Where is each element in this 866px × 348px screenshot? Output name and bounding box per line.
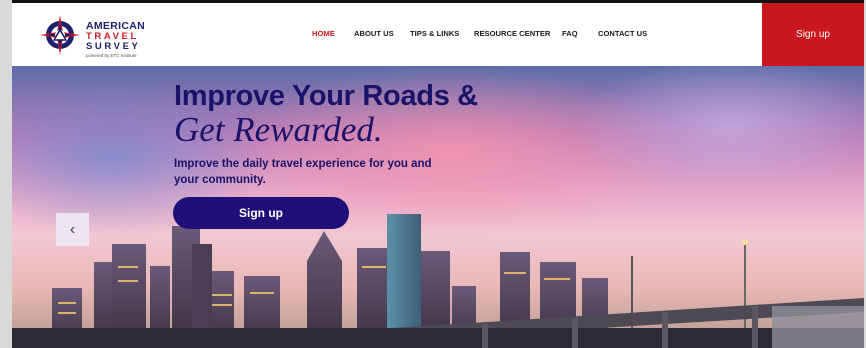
logo-tagline: powered by ETC Institute (86, 53, 137, 58)
hero-headline: Improve Your Roads & (174, 80, 478, 112)
nav-tips-links[interactable]: TIPS & LINKS (410, 29, 459, 38)
nav-resource-center[interactable]: RESOURCE CENTER (474, 29, 550, 38)
slider-prev-button[interactable]: ‹ (56, 213, 89, 246)
hero-subheading: Improve the daily travel experience for … (174, 158, 432, 186)
nav-contact-us[interactable]: CONTACT US (598, 29, 647, 38)
site-header: AMERICAN TRAVEL SURVEY powered by ETC In… (12, 3, 864, 66)
page: AMERICAN TRAVEL SURVEY powered by ETC In… (12, 0, 864, 348)
chevron-left-icon: ‹ (69, 220, 76, 238)
header-signup-button[interactable]: Sign up (762, 3, 864, 66)
hero-headline-script: Get Rewarded. (174, 110, 383, 149)
nav-about-us[interactable]: ABOUT US (354, 29, 394, 38)
site-logo[interactable]: AMERICAN TRAVEL SURVEY powered by ETC In… (38, 11, 168, 59)
nav-home[interactable]: HOME (312, 29, 335, 38)
logo-line-survey: SURVEY (86, 41, 141, 52)
compass-logo-icon (40, 15, 80, 55)
nav-faq[interactable]: FAQ (562, 29, 578, 38)
hero-banner: Improve Your Roads & Get Rewarded. Impro… (12, 66, 864, 348)
hero-signup-button[interactable]: Sign up (173, 197, 349, 229)
